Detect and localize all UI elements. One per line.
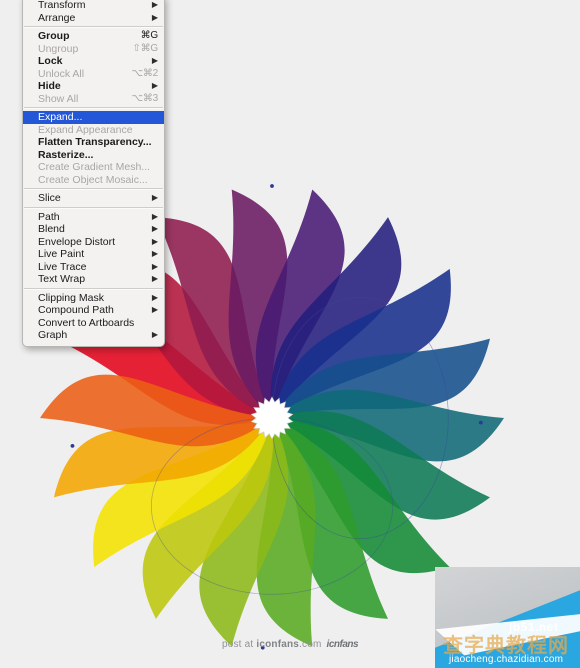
submenu-arrow-icon: ▶ xyxy=(151,12,158,22)
menu-item-label: Show All xyxy=(38,92,79,105)
menu-item-text-wrap[interactable]: Text Wrap ▶ xyxy=(23,273,164,286)
menu-item-clipping-mask[interactable]: Clipping Mask ▶ xyxy=(23,292,164,305)
menu-item-hide[interactable]: Hide ▶ xyxy=(23,80,164,93)
menu-item-convert-to-artboards[interactable]: Convert to Artboards xyxy=(23,317,164,330)
menu-item-label: Compound Path xyxy=(38,304,114,316)
submenu-arrow-icon: ▶ xyxy=(151,249,158,259)
anchor-point[interactable] xyxy=(478,420,483,425)
submenu-arrow-icon: ▶ xyxy=(151,0,158,10)
menu-item-graph[interactable]: Graph ▶ xyxy=(23,329,164,342)
menu-item-label: Hide xyxy=(38,80,61,92)
menu-item-blend[interactable]: Blend ▶ xyxy=(23,223,164,236)
menu-item-transform[interactable]: Transform ▶ xyxy=(23,0,164,12)
menu-item-label: Live Paint xyxy=(38,248,85,260)
menu-item-lock[interactable]: Lock ▶ xyxy=(23,55,164,68)
menu-item-create-object-mosaic: Create Object Mosaic... xyxy=(23,174,164,187)
menu-item-label: Ungroup xyxy=(38,42,79,55)
menu-item-compound-path[interactable]: Compound Path ▶ xyxy=(23,304,164,317)
menu-item-label: Flatten Transparency... xyxy=(38,136,152,148)
menu-item-label: Expand... xyxy=(38,111,83,123)
submenu-arrow-icon: ▶ xyxy=(151,56,158,66)
submenu-arrow-icon: ▶ xyxy=(151,274,158,284)
menu-item-label: Path xyxy=(38,210,60,223)
object-context-menu[interactable]: Transform ▶ Arrange ▶ Group ⌘G Ungroup ⇧⌘G Lock ▶… xyxy=(22,0,165,347)
menu-separator xyxy=(24,188,163,190)
menu-item-shortcut: ⌥⌘2 xyxy=(131,67,159,79)
submenu-arrow-icon: ▶ xyxy=(151,224,158,234)
menu-item-rasterize[interactable]: Rasterize... xyxy=(23,149,164,162)
submenu-arrow-icon: ▶ xyxy=(151,236,158,246)
menu-item-label: Text Wrap xyxy=(38,273,86,285)
menu-item-label: Group xyxy=(38,30,70,42)
anchor-point[interactable] xyxy=(270,184,274,188)
menu-item-unlock-all: Unlock All ⌥⌘2 xyxy=(23,68,164,81)
menu-item-label: Create Object Mosaic... xyxy=(38,173,148,186)
submenu-arrow-icon: ▶ xyxy=(151,81,158,91)
menu-item-expand[interactable]: Expand... xyxy=(23,111,164,124)
menu-item-arrange[interactable]: Arrange ▶ xyxy=(23,12,164,25)
submenu-arrow-icon: ▶ xyxy=(151,305,158,315)
menu-item-label: Unlock All xyxy=(38,67,85,80)
menu-item-live-paint[interactable]: Live Paint ▶ xyxy=(23,248,164,261)
menu-item-shortcut: ⇧⌘G xyxy=(132,42,158,54)
menu-separator xyxy=(24,107,163,109)
anchor-point[interactable] xyxy=(70,443,75,448)
illustrator-canvas: jb51.net 查字典教程网 jiaocheng.chazidian.com … xyxy=(0,0,580,668)
footer-watermark: post at iconfans.com icnfans xyxy=(0,639,580,650)
menu-item-label: Blend xyxy=(38,223,65,235)
footer-watermark-site: iconfans xyxy=(256,639,300,650)
menu-item-label: Clipping Mask xyxy=(38,291,104,304)
menu-item-label: Transform xyxy=(38,0,86,11)
menu-item-show-all: Show All ⌥⌘3 xyxy=(23,93,164,106)
menu-item-label: Arrange xyxy=(38,11,76,24)
menu-item-ungroup: Ungroup ⇧⌘G xyxy=(23,43,164,56)
menu-item-label: Convert to Artboards xyxy=(38,316,135,329)
menu-item-envelope-distort[interactable]: Envelope Distort ▶ xyxy=(23,236,164,249)
menu-item-label: Create Gradient Mesh... xyxy=(38,161,151,173)
menu-item-label: Graph xyxy=(38,329,68,341)
submenu-arrow-icon: ▶ xyxy=(151,261,158,271)
menu-item-flatten-transparency[interactable]: Flatten Transparency... xyxy=(23,136,164,149)
footer-watermark-logo: icnfans xyxy=(326,639,359,650)
menu-item-create-gradient-mesh: Create Gradient Mesh... xyxy=(23,161,164,174)
watermark-url: jiaocheng.chazidian.com xyxy=(449,654,564,665)
menu-item-path[interactable]: Path ▶ xyxy=(23,211,164,224)
menu-item-slice[interactable]: Slice ▶ xyxy=(23,192,164,205)
menu-item-label: Lock xyxy=(38,55,63,67)
menu-separator xyxy=(24,206,163,209)
menu-item-label: Envelope Distort xyxy=(38,235,116,248)
menu-item-label: Live Trace xyxy=(38,260,87,273)
submenu-arrow-icon: ▶ xyxy=(151,193,158,203)
submenu-arrow-icon: ▶ xyxy=(151,292,158,302)
menu-item-shortcut: ⌘G xyxy=(140,30,159,41)
submenu-arrow-icon: ▶ xyxy=(151,211,158,221)
menu-separator xyxy=(24,26,163,28)
menu-item-label: Slice xyxy=(38,192,61,204)
corner-watermark: jb51.net 查字典教程网 jiaocheng.chazidian.com xyxy=(435,567,580,668)
menu-item-expand-appearance: Expand Appearance xyxy=(23,124,164,137)
menu-item-label: Expand Appearance xyxy=(38,123,133,136)
footer-watermark-suffix: .com xyxy=(299,639,322,650)
menu-separator xyxy=(24,287,163,290)
menu-item-live-trace[interactable]: Live Trace ▶ xyxy=(23,261,164,274)
menu-item-group[interactable]: Group ⌘G xyxy=(23,30,164,43)
menu-item-shortcut: ⌥⌘3 xyxy=(131,92,159,104)
footer-watermark-prefix: post at xyxy=(221,639,257,650)
menu-item-label: Rasterize... xyxy=(38,148,94,161)
submenu-arrow-icon: ▶ xyxy=(151,330,158,340)
